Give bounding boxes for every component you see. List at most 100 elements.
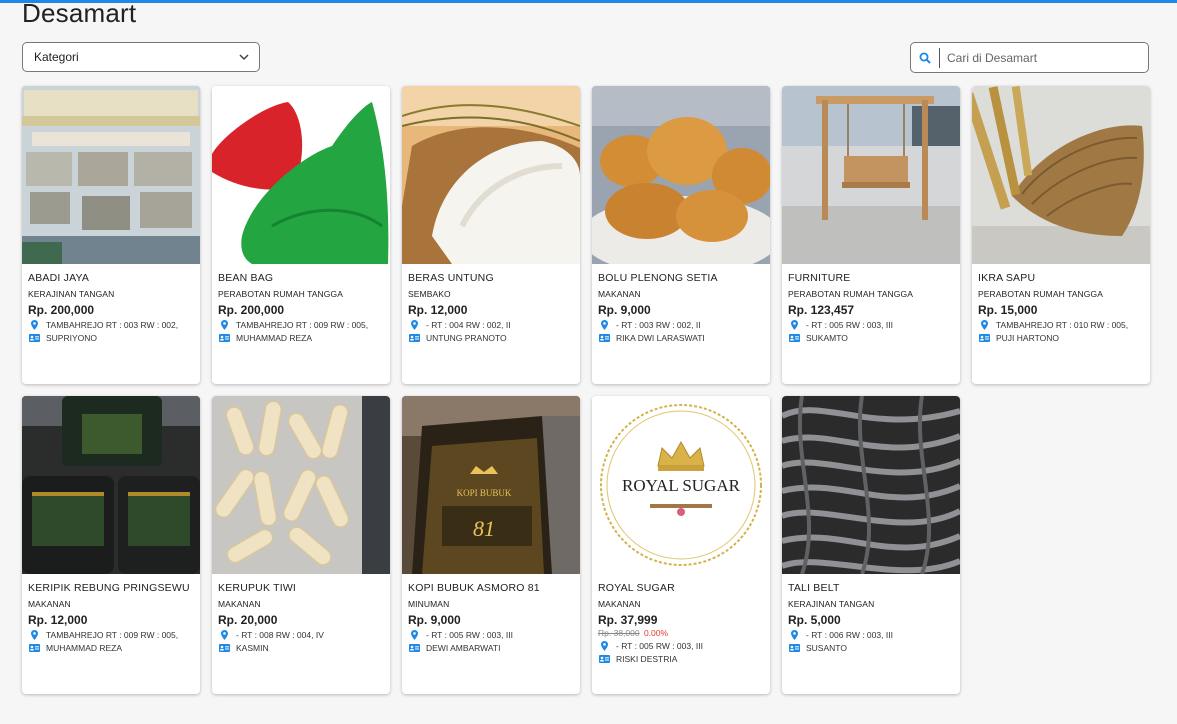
location-pin-icon [218, 320, 230, 330]
product-name: KERIPIK REBUNG PRINGSEWU [28, 582, 190, 594]
location-pin-icon [788, 320, 800, 330]
id-card-icon [408, 643, 420, 653]
product-card[interactable]: TALI BELT KERAJINAN TANGAN Rp. 5,000 - R… [782, 396, 960, 694]
bamboo-basket-image [972, 86, 1150, 264]
page-title: Desamart [22, 0, 137, 28]
product-card[interactable]: BEAN BAG PERABOTAN RUMAH TANGGA Rp. 200,… [212, 86, 390, 384]
seller-name: MUHAMMAD REZA [236, 333, 313, 343]
seller-row: SUKAMTO [788, 332, 954, 344]
seller-row: RISKI DESTRIA [598, 653, 764, 665]
product-address: TAMBAHREJO RT : 003 RW : 002, [46, 320, 179, 330]
chevron-down-icon [239, 54, 249, 61]
product-card[interactable]: FURNITURE PERABOTAN RUMAH TANGGA Rp. 123… [782, 86, 960, 384]
product-name: ROYAL SUGAR [598, 582, 675, 594]
address-row: TAMBAHREJO RT : 009 RW : 005, [218, 319, 384, 331]
seller-row: KASMIN [218, 642, 384, 654]
product-price: Rp. 123,457 [788, 303, 855, 317]
product-card[interactable]: KERIPIK REBUNG PRINGSEWU MAKANAN Rp. 12,… [22, 396, 200, 694]
cake-image [592, 86, 770, 264]
product-price: Rp. 5,000 [788, 613, 841, 627]
address-row: TAMBAHREJO RT : 010 RW : 005, [978, 319, 1144, 331]
original-price: Rp. 38,000 [598, 628, 640, 638]
product-price: Rp. 37,999 [598, 613, 658, 627]
id-card-icon [218, 643, 230, 653]
location-pin-icon [598, 641, 610, 651]
location-pin-icon [408, 320, 420, 330]
product-category: MAKANAN [598, 599, 641, 609]
id-card-icon [978, 333, 990, 343]
address-row: TAMBAHREJO RT : 003 RW : 002, [28, 319, 194, 331]
belt-straps-image [782, 396, 960, 574]
coffee-pack-image: KOPI BUBUK 81 [402, 396, 580, 574]
product-card[interactable]: IKRA SAPU PERABOTAN RUMAH TANGGA Rp. 15,… [972, 86, 1150, 384]
product-card[interactable]: KERUPUK TIWI MAKANAN Rp. 20,000 - RT : 0… [212, 396, 390, 694]
pack-label-text: KOPI BUBUK [457, 488, 512, 498]
product-address: TAMBAHREJO RT : 009 RW : 005, [236, 320, 369, 330]
search-input[interactable] [940, 42, 1148, 73]
location-pin-icon [28, 630, 40, 640]
seller-row: UNTUNG PRANOTO [408, 332, 574, 344]
product-category: MAKANAN [598, 289, 641, 299]
product-category: KERAJINAN TANGAN [788, 599, 875, 609]
product-price: Rp. 9,000 [598, 303, 651, 317]
product-name: FURNITURE [788, 272, 851, 284]
seller-name: RISKI DESTRIA [616, 654, 678, 664]
seller-row: SUSANTO [788, 642, 954, 654]
product-card[interactable]: ROYAL SUGAR ROYAL SUGAR MAKANAN Rp. 37,9… [592, 396, 770, 694]
seller-name: RIKA DWI LARASWATI [616, 333, 705, 343]
address-row: TAMBAHREJO RT : 009 RW : 005, [28, 629, 194, 641]
rice-image [402, 86, 580, 264]
billboard-sign-image [22, 86, 200, 264]
product-price: Rp. 200,000 [28, 303, 95, 317]
product-category: MAKANAN [218, 599, 261, 609]
discount-percent: 0.00% [643, 628, 669, 638]
location-pin-icon [218, 630, 230, 640]
kategori-label: Kategori [34, 50, 79, 64]
id-card-icon [28, 643, 40, 653]
address-row: - RT : 008 RW : 004, IV [218, 629, 384, 641]
seller-row: SUPRIYONO [28, 332, 194, 344]
logo-text: ROYAL SUGAR [622, 476, 741, 495]
product-card[interactable]: BERAS UNTUNG SEMBAKO Rp. 12,000 - RT : 0… [402, 86, 580, 384]
location-pin-icon [28, 320, 40, 330]
id-card-icon [598, 333, 610, 343]
search-icon[interactable] [911, 43, 939, 72]
id-card-icon [28, 333, 40, 343]
product-category: PERABOTAN RUMAH TANGGA [218, 289, 343, 299]
seller-row: RIKA DWI LARASWATI [598, 332, 764, 344]
product-category: PERABOTAN RUMAH TANGGA [978, 289, 1103, 299]
search-box[interactable] [910, 42, 1149, 73]
address-row: - RT : 006 RW : 003, III [788, 629, 954, 641]
product-name: BOLU PLENONG SETIA [598, 272, 718, 284]
snack-jars-image [22, 396, 200, 574]
product-price: Rp. 200,000 [218, 303, 285, 317]
location-pin-icon [788, 630, 800, 640]
product-card[interactable]: ABADI JAYA KERAJINAN TANGAN Rp. 200,000 … [22, 86, 200, 384]
bean-bag-image [212, 86, 390, 264]
product-address: - RT : 005 RW : 003, III [806, 320, 893, 330]
address-row: - RT : 003 RW : 002, II [598, 319, 764, 331]
location-pin-icon [598, 320, 610, 330]
seller-name: UNTUNG PRANOTO [426, 333, 507, 343]
product-grid: ABADI JAYA KERAJINAN TANGAN Rp. 200,000 … [22, 86, 1150, 694]
kategori-select[interactable]: Kategori [22, 42, 260, 72]
seller-name: KASMIN [236, 643, 269, 653]
seller-name: SUPRIYONO [46, 333, 98, 343]
product-address: - RT : 005 RW : 003, III [426, 630, 513, 640]
pack-number-text: 81 [473, 516, 495, 541]
product-address: - RT : 008 RW : 004, IV [236, 630, 324, 640]
seller-name: SUKAMTO [806, 333, 848, 343]
address-row: - RT : 005 RW : 003, III [788, 319, 954, 331]
product-category: SEMBAKO [408, 289, 451, 299]
product-card[interactable]: KOPI BUBUK 81 KOPI BUBUK ASMORO 81 MINUM… [402, 396, 580, 694]
location-pin-icon [978, 320, 990, 330]
product-address: - RT : 003 RW : 002, II [616, 320, 701, 330]
product-address: - RT : 006 RW : 003, III [806, 630, 893, 640]
id-card-icon [218, 333, 230, 343]
seller-name: PUJI HARTONO [996, 333, 1059, 343]
product-name: ABADI JAYA [28, 272, 90, 284]
product-card[interactable]: BOLU PLENONG SETIA MAKANAN Rp. 9,000 - R… [592, 86, 770, 384]
id-card-icon [408, 333, 420, 343]
swing-bench-image [782, 86, 960, 264]
address-row: - RT : 004 RW : 002, II [408, 319, 574, 331]
